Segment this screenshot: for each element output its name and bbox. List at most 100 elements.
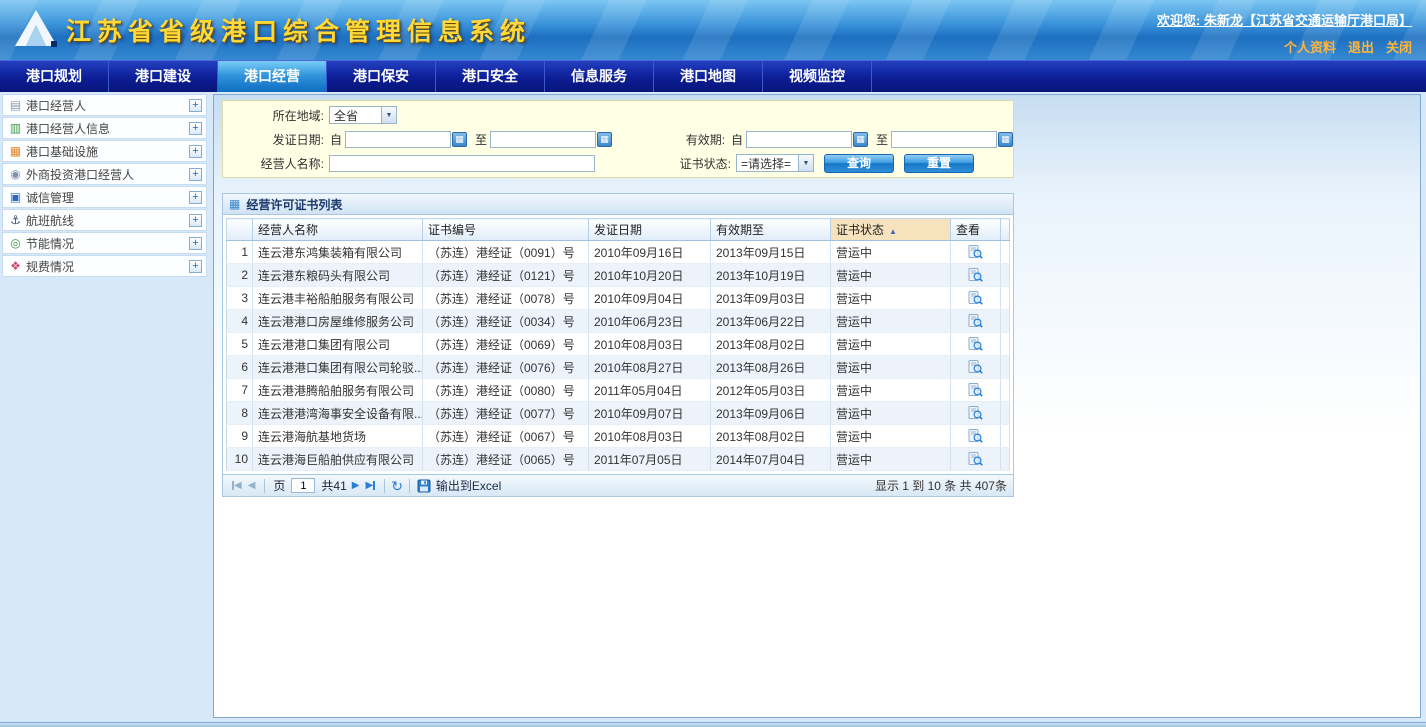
export-excel-button[interactable]: 输出到Excel (436, 477, 501, 494)
expand-plus-icon[interactable]: + (189, 122, 202, 135)
nav-tab-port-planning[interactable]: 港口规划 (0, 61, 109, 92)
main-panel: 所在地域: 全省 ▼ 发证日期: 自 ▦ 至 (213, 94, 1421, 718)
view-cell (951, 448, 1001, 471)
view-icon[interactable] (968, 337, 983, 355)
nav-tab-port-construction[interactable]: 港口建设 (109, 61, 218, 92)
column-header-issue-date[interactable]: 发证日期 (589, 219, 711, 241)
nav-tab-port-map[interactable]: 港口地图 (654, 61, 763, 92)
table-row[interactable]: 5连云港港口集团有限公司（苏连）港经证（0069）号2010年08月03日201… (227, 333, 1010, 356)
row-number: 6 (227, 356, 253, 379)
calendar-icon[interactable]: ▦ (597, 132, 612, 147)
view-icon[interactable] (968, 360, 983, 378)
issue-date-cell: 2010年06月23日 (589, 310, 711, 333)
operator-name-cell: 连云港丰裕船舶服务有限公司 (253, 287, 423, 310)
validity-to-input[interactable] (891, 131, 997, 148)
table-row[interactable]: 8连云港港湾海事安全设备有限...（苏连）港经证（0077）号2010年09月0… (227, 402, 1010, 425)
table-row[interactable]: 9连云港海航基地货场（苏连）港经证（0067）号2010年08月03日2013年… (227, 425, 1010, 448)
calendar-icon[interactable]: ▦ (998, 132, 1013, 147)
status-cell: 营运中 (831, 310, 951, 333)
view-icon[interactable] (968, 245, 983, 263)
operator-name-cell: 连云港东粮码头有限公司 (253, 264, 423, 287)
table-row[interactable]: 2连云港东粮码头有限公司（苏连）港经证（0121）号2010年10月20日201… (227, 264, 1010, 287)
nav-tab-port-operation[interactable]: 港口经营 (218, 61, 327, 92)
logout-link[interactable]: 退出 (1348, 40, 1374, 55)
view-cell (951, 356, 1001, 379)
page-input[interactable] (291, 478, 315, 493)
expand-plus-icon[interactable]: + (189, 99, 202, 112)
column-header-operator-name[interactable]: 经营人名称 (253, 219, 423, 241)
expand-plus-icon[interactable]: + (189, 191, 202, 204)
view-icon[interactable] (968, 452, 983, 470)
refresh-icon[interactable]: ↻ (391, 479, 403, 493)
calendar-icon[interactable]: ▦ (452, 132, 467, 147)
prev-page-button[interactable]: ◀ (248, 480, 256, 491)
cert-number-cell: （苏连）港经证（0069）号 (423, 333, 589, 356)
expand-plus-icon[interactable]: + (189, 237, 202, 250)
view-icon[interactable] (968, 429, 983, 447)
expand-plus-icon[interactable]: + (189, 145, 202, 158)
table-row[interactable]: 4连云港港口房屋维修服务公司（苏连）港经证（0034）号2010年06月23日2… (227, 310, 1010, 333)
issue-date-from-input[interactable] (345, 131, 451, 148)
expand-plus-icon[interactable]: + (189, 168, 202, 181)
table-row[interactable]: 6连云港港口集团有限公司轮驳...（苏连）港经证（0076）号2010年08月2… (227, 356, 1010, 379)
energy-icon: ◎ (7, 236, 24, 250)
region-select[interactable]: 全省 ▼ (329, 106, 397, 124)
expand-plus-icon[interactable]: + (189, 260, 202, 273)
page-footer (0, 722, 1426, 727)
view-cell (951, 379, 1001, 402)
filler-cell (1001, 425, 1010, 448)
profile-link[interactable]: 个人资料 (1284, 40, 1336, 55)
sidebar-item-port-infrastructure[interactable]: ▦港口基础设施+ (2, 140, 207, 162)
info-icon: ▥ (7, 121, 24, 135)
next-page-button[interactable]: ▶ (352, 480, 360, 491)
cert-status-select[interactable]: =请选择= ▼ (736, 154, 814, 172)
valid-until-cell: 2013年06月22日 (711, 310, 831, 333)
sidebar-item-port-operators[interactable]: ▤港口经营人+ (2, 94, 207, 116)
nav-tab-info-service[interactable]: 信息服务 (545, 61, 654, 92)
validity-from-input[interactable] (746, 131, 852, 148)
nav-tab-port-security-guard[interactable]: 港口保安 (327, 61, 436, 92)
view-icon[interactable] (968, 383, 983, 401)
view-icon[interactable] (968, 314, 983, 332)
column-header-cert-status[interactable]: 证书状态▲ (831, 219, 951, 241)
nav-tab-video-monitor[interactable]: 视频监控 (763, 61, 872, 92)
column-header-view[interactable]: 查看 (951, 219, 1001, 241)
sort-asc-icon: ▲ (889, 227, 897, 236)
expand-plus-icon[interactable]: + (189, 214, 202, 227)
sidebar-item-port-operator-info[interactable]: ▥港口经营人信息+ (2, 117, 207, 139)
calendar-icon[interactable]: ▦ (853, 132, 868, 147)
sidebar-item-fee-status[interactable]: ❖规费情况+ (2, 255, 207, 277)
first-page-button[interactable]: ◀ (232, 480, 242, 491)
sidebar-item-foreign-invested-operators[interactable]: ◉外商投资港口经营人+ (2, 163, 207, 185)
column-header-cert-number[interactable]: 证书编号 (423, 219, 589, 241)
last-page-button[interactable]: ▶ (365, 480, 375, 491)
pagination-bar: ◀ ◀ 页 共41 ▶ ▶ ↻ (223, 474, 1013, 496)
operator-name-cell: 连云港海航基地货场 (253, 425, 423, 448)
issue-date-to-input[interactable] (490, 131, 596, 148)
valid-until-cell: 2013年10月19日 (711, 264, 831, 287)
table-row[interactable]: 10连云港海巨船舶供应有限公司（苏连）港经证（0065）号2011年07月05日… (227, 448, 1010, 471)
reset-button[interactable]: 重置 (904, 154, 974, 173)
operator-name-cell: 连云港港口集团有限公司轮驳... (253, 356, 423, 379)
view-icon[interactable] (968, 406, 983, 424)
table-row[interactable]: 7连云港港腾船舶服务有限公司（苏连）港经证（0080）号2011年05月04日2… (227, 379, 1010, 402)
main-nav: 港口规划港口建设港口经营港口保安港口安全信息服务港口地图视频监控 (0, 60, 1426, 92)
operator-name-input[interactable] (329, 155, 595, 172)
view-icon[interactable] (968, 291, 983, 309)
issue-date-cell: 2010年10月20日 (589, 264, 711, 287)
nav-tab-port-safety[interactable]: 港口安全 (436, 61, 545, 92)
view-cell (951, 310, 1001, 333)
query-button[interactable]: 查询 (824, 154, 894, 173)
filler-cell (1001, 264, 1010, 287)
column-header-valid-until[interactable]: 有效期至 (711, 219, 831, 241)
view-icon[interactable] (968, 268, 983, 286)
close-link[interactable]: 关闭 (1386, 40, 1412, 55)
table-row[interactable]: 3连云港丰裕船舶服务有限公司（苏连）港经证（0078）号2010年09月04日2… (227, 287, 1010, 310)
row-number: 9 (227, 425, 253, 448)
filler-cell (1001, 241, 1010, 264)
sidebar-item-energy-saving[interactable]: ◎节能情况+ (2, 232, 207, 254)
sidebar-item-credit-management[interactable]: ▣诚信管理+ (2, 186, 207, 208)
sidebar: ▤港口经营人+▥港口经营人信息+▦港口基础设施+◉外商投资港口经营人+▣诚信管理… (2, 94, 207, 722)
sidebar-item-shipping-routes[interactable]: ⚓航班航线+ (2, 209, 207, 231)
table-row[interactable]: 1连云港东鸿集装箱有限公司（苏连）港经证（0091）号2010年09月16日20… (227, 241, 1010, 264)
